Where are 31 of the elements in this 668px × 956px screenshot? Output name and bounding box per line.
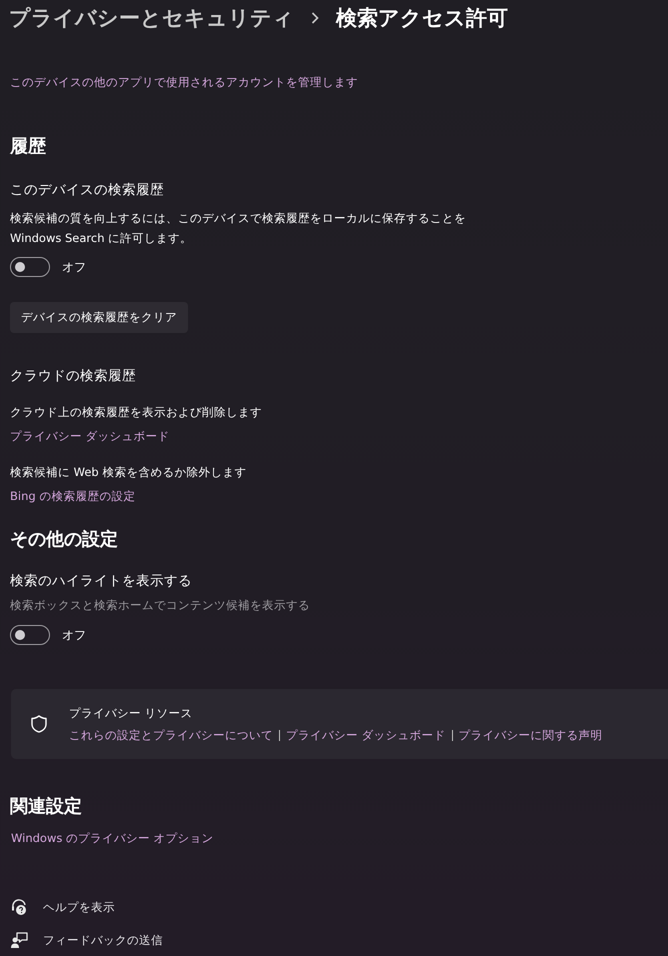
toggle-switch[interactable] bbox=[10, 625, 50, 645]
footer-link[interactable]: ヘルプを表示 bbox=[43, 897, 115, 917]
help-icon bbox=[10, 898, 28, 916]
setting-title: このデバイスの検索履歴 bbox=[10, 181, 164, 200]
section-heading: 関連設定 bbox=[10, 795, 82, 819]
section-heading: その他の設定 bbox=[10, 528, 118, 552]
setting-description: 検索ボックスと検索ホームでコンテンツ候補を表示する bbox=[10, 597, 310, 614]
feedback-icon bbox=[10, 931, 28, 949]
privacy-link[interactable]: これらの設定とプライバシーについて bbox=[69, 725, 273, 745]
setting-title: クラウドの検索履歴 bbox=[10, 367, 136, 386]
setting-text: クラウド上の検索履歴を表示および削除します bbox=[10, 404, 262, 421]
chevron-icon bbox=[311, 12, 319, 24]
privacy-link[interactable]: プライバシーに関する声明 bbox=[458, 725, 603, 745]
footer-link[interactable]: フィードバックの送信 bbox=[43, 930, 163, 950]
toggle-state-label: オフ bbox=[62, 259, 86, 276]
setting-text: 検索候補に Web 検索を含めるか除外します bbox=[10, 464, 246, 481]
privacy-link[interactable]: プライバシー ダッシュボード bbox=[286, 725, 446, 745]
breadcrumb-parent[interactable]: プライバシーとセキュリティ bbox=[9, 0, 294, 36]
section-heading: 履歴 bbox=[10, 135, 46, 159]
page-title: 検索アクセス許可 bbox=[336, 5, 508, 32]
related-settings-link[interactable]: Windows のプライバシー オプション bbox=[11, 828, 214, 848]
setting-title: 検索のハイライトを表示する bbox=[10, 572, 192, 591]
shield-icon bbox=[31, 715, 47, 733]
clear-history-button[interactable]: デバイスの検索履歴をクリア bbox=[10, 302, 188, 333]
manage-accounts-link[interactable]: このデバイスの他のアプリで使用されるアカウントを管理します bbox=[10, 73, 358, 91]
setting-description: 検索候補の質を向上するには、このデバイスで検索履歴をローカルに保存することを Windows Search に許可します。 bbox=[10, 210, 467, 247]
toggle-state-label: オフ bbox=[62, 627, 86, 644]
toggle-switch[interactable] bbox=[10, 257, 50, 277]
settings-link[interactable]: Bing の検索履歴の設定 bbox=[10, 486, 136, 506]
settings-link[interactable]: プライバシー ダッシュボード bbox=[10, 426, 170, 446]
card-title: プライバシー リソース bbox=[69, 705, 194, 722]
